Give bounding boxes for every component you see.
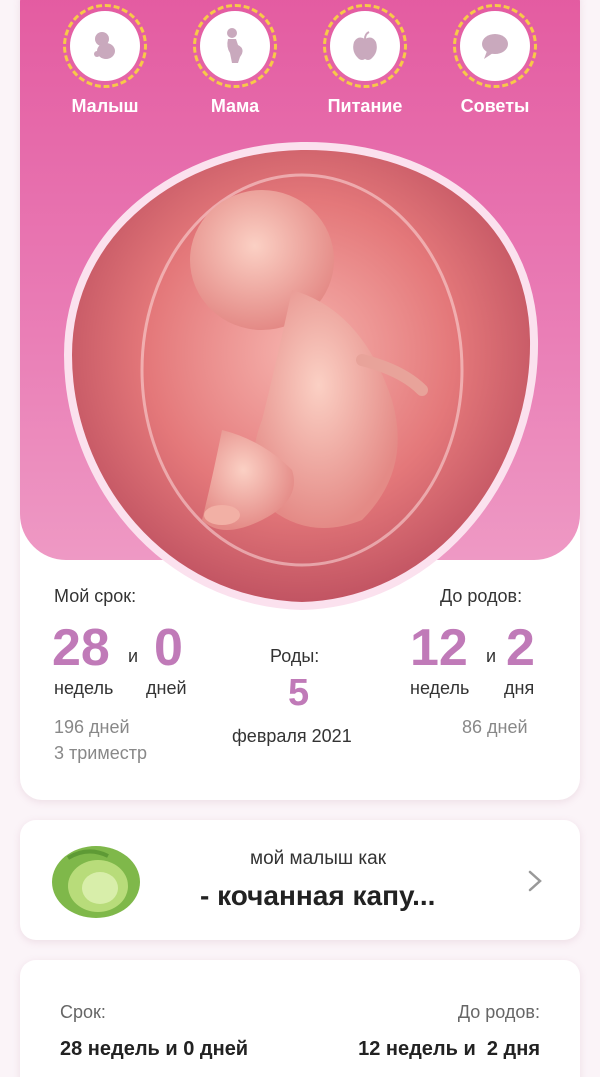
my-term-label: Мой срок: <box>54 586 137 606</box>
weeks-value: 28 <box>52 619 110 677</box>
pregnant-woman-icon <box>227 28 243 63</box>
birth-month-year: февраля 2021 <box>232 726 352 746</box>
cabbage-icon <box>52 846 140 918</box>
nav-label-mom: Мама <box>210 96 260 116</box>
category-nav: Малыш Мама Питание Советы <box>0 0 600 130</box>
term-card: Срок: 28 недель и 0 дней До родов: 12 не… <box>20 960 580 1077</box>
and-separator: и <box>128 646 139 666</box>
apple-icon <box>353 31 377 60</box>
nav-label-tips: Советы <box>460 96 530 116</box>
nav-item-baby[interactable]: Малыш <box>45 4 165 117</box>
days-value: 0 <box>154 619 183 677</box>
days-unit: дней <box>146 678 187 698</box>
trimester: 3 триместр <box>54 743 147 763</box>
left-weeks-unit: недель <box>410 678 470 698</box>
left-weeks-value: 12 <box>410 619 468 677</box>
term-label: Срок: <box>60 1002 106 1022</box>
term-to-birth-value: 12 недель и 2 дня <box>358 1038 540 1060</box>
nav-item-nutrition[interactable]: Питание <box>305 4 425 117</box>
baby-size-caption: мой малыш как <box>250 848 387 869</box>
left-days-unit: дня <box>504 678 535 698</box>
birth-label: Роды: <box>270 646 320 666</box>
total-days: 196 дней <box>54 717 130 737</box>
term-value: 28 недель и 0 дней <box>60 1038 249 1060</box>
pregnancy-stats: Мой срок: 28 и 0 недель дней 196 дней 3 … <box>20 580 580 800</box>
and-separator-2: и <box>486 646 497 666</box>
left-days-value: 2 <box>506 619 535 677</box>
to-birth-label: До родов: <box>440 586 523 606</box>
nav-item-tips[interactable]: Советы <box>435 4 555 117</box>
speech-bubble-icon <box>482 34 508 59</box>
nav-label-nutrition: Питание <box>327 96 403 116</box>
chevron-right-icon <box>528 870 542 892</box>
baby-icon <box>94 32 115 59</box>
baby-size-card[interactable]: мой малыш как - кочанная капу... <box>20 820 580 940</box>
birth-day: 5 <box>288 672 310 714</box>
baby-size-value: - кочанная капу... <box>200 880 436 911</box>
embryo-illustration <box>62 140 540 611</box>
term-to-birth-label: До родов: <box>457 1002 540 1022</box>
left-total-days: 86 дней <box>462 717 528 737</box>
nav-item-mom[interactable]: Мама <box>175 4 295 117</box>
nav-label-baby: Малыш <box>71 96 139 116</box>
weeks-unit: недель <box>54 678 114 698</box>
